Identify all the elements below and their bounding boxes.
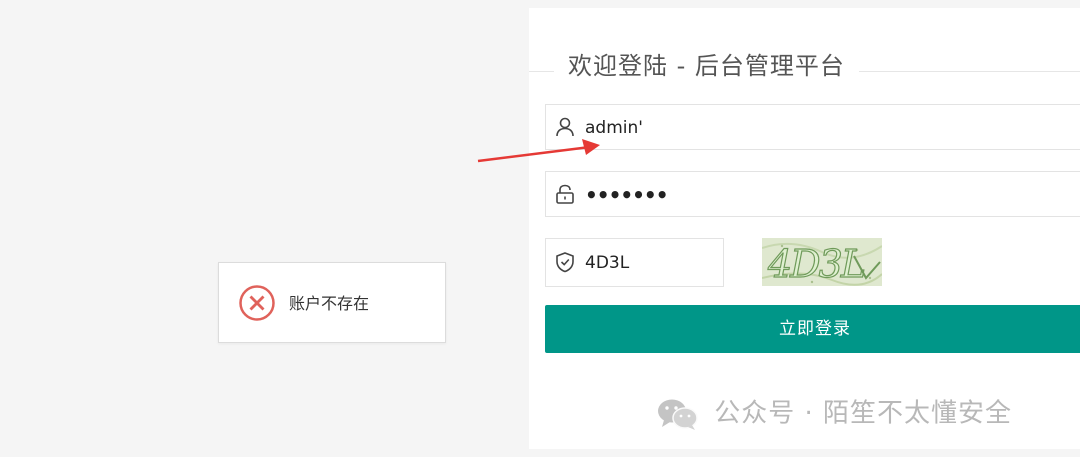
wechat-icon: [658, 399, 698, 430]
error-toast: 账户不存在: [218, 262, 446, 343]
password-field[interactable]: •••••••: [545, 171, 1080, 217]
watermark-text: 公众号 · 陌笙不太懂安全: [714, 398, 1013, 429]
error-message: 账户不存在: [289, 294, 370, 313]
captcha-image-text: 4D3L: [767, 242, 864, 286]
lock-icon: [556, 184, 574, 204]
captcha-field[interactable]: 4D3L: [545, 238, 724, 287]
captcha-value: 4D3L: [585, 253, 630, 273]
login-title: 欢迎登陆 - 后台管理平台: [554, 50, 859, 82]
login-panel: 欢迎登陆 - 后台管理平台 admin' ••••••• 4D3L 4D3L 立…: [529, 8, 1080, 449]
password-value: •••••••: [585, 183, 668, 207]
login-button[interactable]: 立即登录: [545, 305, 1080, 353]
error-circle-icon: [239, 285, 275, 321]
shield-check-icon: [556, 252, 574, 273]
username-field[interactable]: admin': [545, 104, 1080, 150]
watermark: 公众号 · 陌笙不太懂安全: [656, 393, 1012, 433]
captcha-image[interactable]: 4D3L: [762, 238, 882, 286]
red-arrow-annotation: [477, 139, 600, 163]
